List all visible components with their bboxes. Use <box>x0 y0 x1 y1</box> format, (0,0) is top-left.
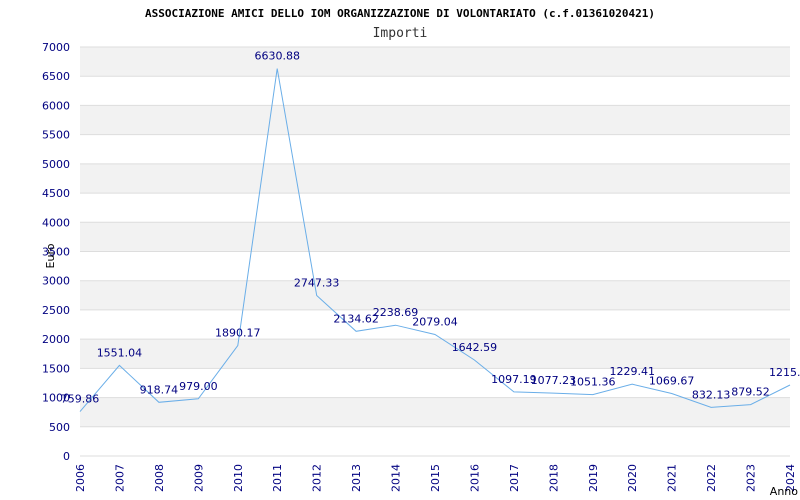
data-label: 2747.33 <box>294 276 340 289</box>
data-label: 6630.88 <box>254 50 300 63</box>
chart-subtitle: Importi <box>373 26 428 41</box>
x-tick-label: 2006 <box>74 464 87 492</box>
grid-band <box>80 163 790 194</box>
y-tick-label: 6000 <box>42 99 70 112</box>
data-label: 759.86 <box>61 393 100 406</box>
data-label: 1890.17 <box>215 327 261 340</box>
x-tick-label: 2007 <box>113 464 126 492</box>
line-chart: ASSOCIAZIONE AMICI DELLO IOM ORGANIZZAZI… <box>42 7 800 498</box>
x-tick-label: 2012 <box>311 464 324 492</box>
y-tick-label: 5500 <box>42 129 70 142</box>
x-tick-label: 2014 <box>390 464 403 492</box>
grid-band <box>80 339 790 369</box>
x-tick-label: 2022 <box>705 464 718 492</box>
y-tick-label: 4500 <box>42 187 70 200</box>
grid-band <box>80 397 790 427</box>
x-axis-label: Anno <box>770 485 798 498</box>
data-label: 979.00 <box>179 380 218 393</box>
x-tick-label: 2008 <box>153 464 166 492</box>
x-axis-ticks: 2006 2007 2008 2009 2010 2011 2012 2013 2014 2015… <box>74 464 797 492</box>
y-tick-label: 6500 <box>42 70 70 83</box>
x-tick-label: 2017 <box>508 464 521 492</box>
y-tick-label: 5000 <box>42 158 70 171</box>
grid-band <box>80 280 790 310</box>
y-tick-label: 2500 <box>42 304 70 317</box>
x-tick-label: 2016 <box>468 464 481 492</box>
y-tick-label: 0 <box>63 450 70 463</box>
grid-band <box>80 222 790 252</box>
grid-band <box>80 47 790 77</box>
y-tick-label: 1500 <box>42 362 70 375</box>
grid-band <box>80 105 790 135</box>
y-tick-label: 7000 <box>42 41 70 54</box>
data-label: 918.74 <box>140 383 179 396</box>
x-tick-label: 2013 <box>350 464 363 492</box>
data-label: 1551.04 <box>97 346 143 359</box>
y-tick-label: 4000 <box>42 216 70 229</box>
x-tick-label: 2019 <box>587 464 600 492</box>
y-tick-label: 3000 <box>42 275 70 288</box>
x-tick-label: 2023 <box>745 464 758 492</box>
x-tick-label: 2020 <box>626 464 639 492</box>
data-label: 2079.04 <box>412 316 458 329</box>
data-label: 832.13 <box>692 388 731 401</box>
x-tick-label: 2011 <box>271 464 284 492</box>
data-label: 1069.67 <box>649 375 695 388</box>
y-axis-label: Euro <box>44 243 57 268</box>
y-tick-label: 2000 <box>42 333 70 346</box>
plot-background <box>80 46 790 457</box>
data-label: 1642.59 <box>452 341 498 354</box>
chart-title: ASSOCIAZIONE AMICI DELLO IOM ORGANIZZAZI… <box>145 7 655 20</box>
data-label: 879.52 <box>731 386 770 399</box>
x-tick-label: 2018 <box>547 464 560 492</box>
y-tick-label: 500 <box>49 421 70 434</box>
x-tick-label: 2021 <box>666 464 679 492</box>
x-tick-label: 2010 <box>232 464 245 492</box>
x-tick-label: 2015 <box>429 464 442 492</box>
x-tick-label: 2009 <box>192 464 205 492</box>
data-label: 1215.8 <box>769 366 800 379</box>
